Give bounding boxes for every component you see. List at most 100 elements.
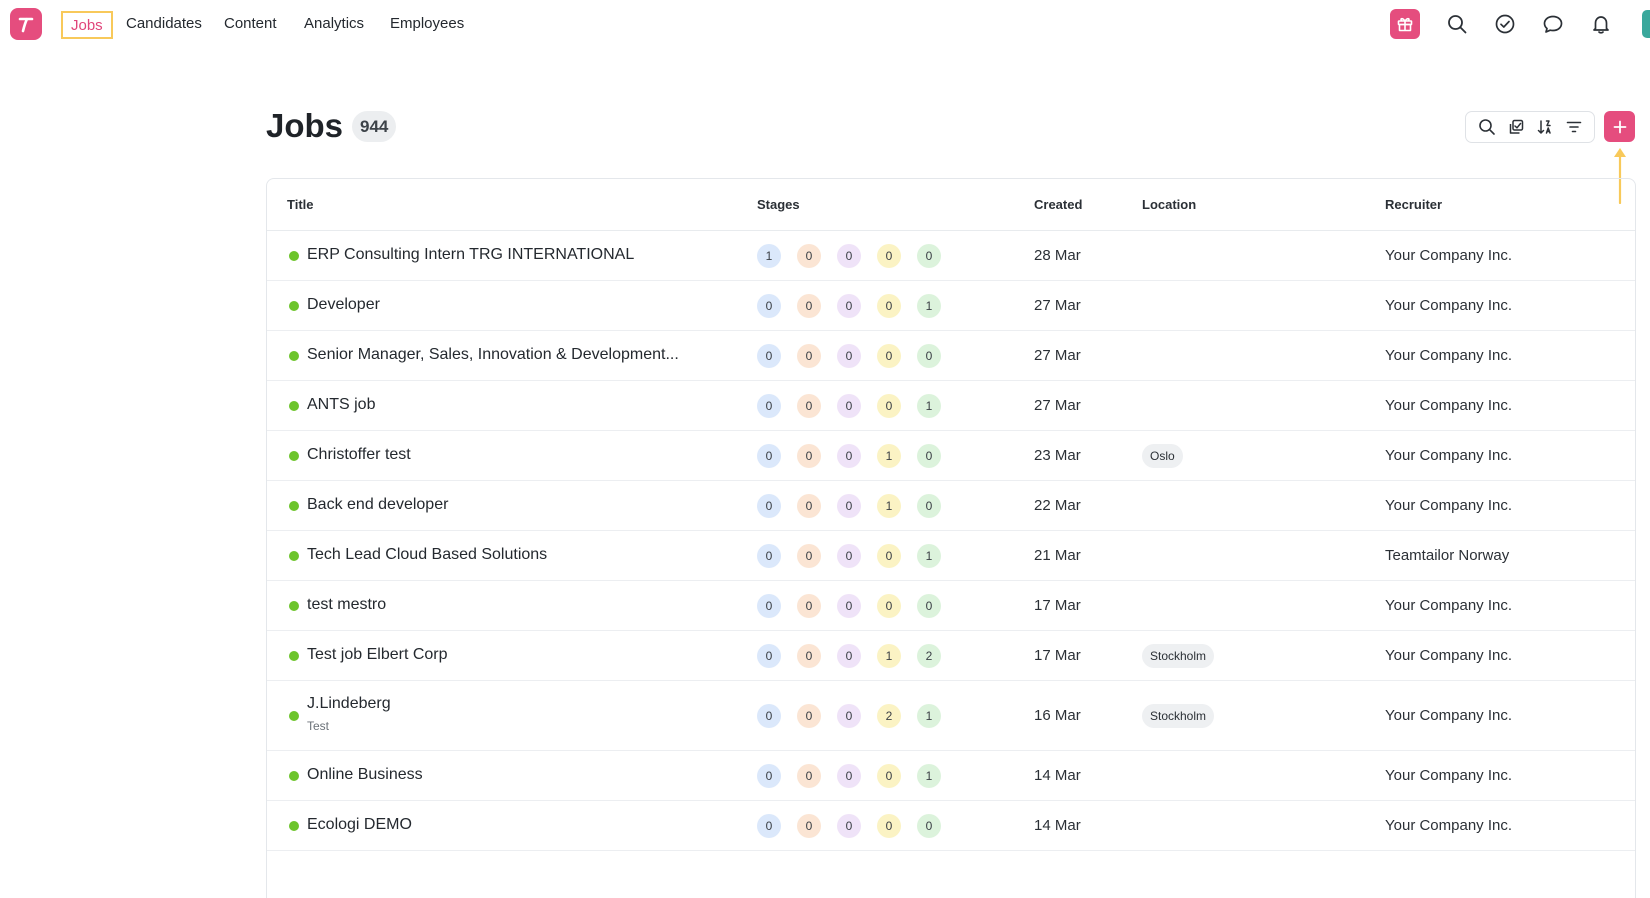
- nav-item-jobs[interactable]: Jobs: [61, 11, 113, 39]
- table-row[interactable]: ERP Consulting Intern TRG INTERNATIONAL 1…: [267, 231, 1635, 281]
- table-row[interactable]: Senior Manager, Sales, Innovation & Deve…: [267, 331, 1635, 381]
- sort-icon[interactable]: [1532, 114, 1558, 140]
- stage-count[interactable]: 0: [877, 544, 901, 568]
- stage-count[interactable]: 0: [837, 704, 861, 728]
- job-title-link[interactable]: Developer: [307, 296, 380, 314]
- stage-count[interactable]: 0: [917, 344, 941, 368]
- table-row[interactable]: Online Business 0 0 0 0 1 14 Mar Your Company I…: [267, 751, 1635, 801]
- stage-count[interactable]: 0: [837, 814, 861, 838]
- column-header-title[interactable]: Title: [287, 197, 314, 212]
- job-title-link[interactable]: ANTS job: [307, 396, 375, 414]
- stage-count[interactable]: 0: [877, 394, 901, 418]
- table-row[interactable]: Test job Elbert Corp 0 0 0 1 2 17 Mar Stockholm…: [267, 631, 1635, 681]
- job-title-link[interactable]: Ecologi DEMO: [307, 816, 412, 834]
- stage-count[interactable]: 1: [877, 444, 901, 468]
- nav-item-content[interactable]: Content: [216, 11, 285, 39]
- stage-count[interactable]: 0: [757, 544, 781, 568]
- stage-count[interactable]: 0: [797, 594, 821, 618]
- column-header-location[interactable]: Location: [1142, 197, 1196, 212]
- stage-count[interactable]: 0: [757, 344, 781, 368]
- stage-count[interactable]: 0: [837, 594, 861, 618]
- chat-icon[interactable]: [1538, 9, 1568, 39]
- stage-count[interactable]: 0: [917, 594, 941, 618]
- check-circle-icon[interactable]: [1490, 9, 1520, 39]
- stage-count[interactable]: 1: [757, 244, 781, 268]
- job-title-link[interactable]: test mestro: [307, 596, 386, 614]
- stage-count[interactable]: 0: [877, 244, 901, 268]
- teamtailor-logo-icon[interactable]: [10, 8, 42, 40]
- stage-count[interactable]: 0: [797, 444, 821, 468]
- stage-count[interactable]: 0: [837, 494, 861, 518]
- stage-count[interactable]: 0: [837, 544, 861, 568]
- nav-item-analytics[interactable]: Analytics: [296, 11, 372, 39]
- stage-count[interactable]: 0: [837, 644, 861, 668]
- gift-icon[interactable]: [1390, 9, 1420, 39]
- stage-count[interactable]: 0: [797, 704, 821, 728]
- column-header-created[interactable]: Created: [1034, 197, 1082, 212]
- stage-count[interactable]: 0: [837, 394, 861, 418]
- add-job-button[interactable]: [1604, 111, 1635, 142]
- stage-count[interactable]: 0: [797, 344, 821, 368]
- stage-count[interactable]: 0: [917, 244, 941, 268]
- stage-count[interactable]: 0: [837, 294, 861, 318]
- table-row[interactable]: test mestro 0 0 0 0 0 17 Mar Your Company Inc.: [267, 581, 1635, 631]
- stage-count[interactable]: 1: [917, 294, 941, 318]
- table-row[interactable]: Ecologi DEMO 0 0 0 0 0 14 Mar Your Company Inc.: [267, 801, 1635, 851]
- job-title-link[interactable]: Christoffer test: [307, 446, 411, 464]
- stage-count[interactable]: 0: [797, 294, 821, 318]
- nav-item-employees[interactable]: Employees: [382, 11, 472, 39]
- stage-count[interactable]: 0: [757, 394, 781, 418]
- stage-count[interactable]: 0: [797, 544, 821, 568]
- search-icon[interactable]: [1442, 9, 1472, 39]
- stage-count[interactable]: 0: [797, 244, 821, 268]
- stage-count[interactable]: 0: [837, 764, 861, 788]
- stage-count[interactable]: 2: [877, 704, 901, 728]
- column-header-recruiter[interactable]: Recruiter: [1385, 197, 1442, 212]
- avatar[interactable]: [1642, 10, 1650, 38]
- stage-count[interactable]: 0: [757, 294, 781, 318]
- bell-icon[interactable]: [1586, 9, 1616, 39]
- job-title-link[interactable]: Back end developer: [307, 496, 448, 514]
- job-title-link[interactable]: ERP Consulting Intern TRG INTERNATIONAL: [307, 246, 634, 264]
- stage-count[interactable]: 0: [837, 344, 861, 368]
- stage-count[interactable]: 1: [917, 764, 941, 788]
- stage-count[interactable]: 1: [917, 394, 941, 418]
- stage-count[interactable]: 0: [797, 494, 821, 518]
- stage-count[interactable]: 0: [797, 394, 821, 418]
- stage-count[interactable]: 1: [877, 644, 901, 668]
- stage-count[interactable]: 0: [877, 294, 901, 318]
- job-title-link[interactable]: Senior Manager, Sales, Innovation & Deve…: [307, 346, 679, 364]
- stage-count[interactable]: 0: [877, 344, 901, 368]
- stage-count[interactable]: 2: [917, 644, 941, 668]
- stage-count[interactable]: 0: [757, 444, 781, 468]
- job-title-link[interactable]: J.Lindeberg: [307, 695, 391, 713]
- job-title-link[interactable]: Online Business: [307, 766, 423, 784]
- stage-count[interactable]: 0: [797, 814, 821, 838]
- table-row[interactable]: Tech Lead Cloud Based Solutions 0 0 0 0 1 21 M…: [267, 531, 1635, 581]
- table-row[interactable]: Christoffer test 0 0 0 1 0 23 Mar Oslo Your Comp…: [267, 431, 1635, 481]
- stage-count[interactable]: 0: [757, 644, 781, 668]
- table-row[interactable]: J.Lindeberg Test 0 0 0 2 1 16 Mar Stockholm Your …: [267, 681, 1635, 751]
- stage-count[interactable]: 0: [757, 494, 781, 518]
- table-row[interactable]: ANTS job 0 0 0 0 1 27 Mar Your Company Inc.: [267, 381, 1635, 431]
- table-row[interactable]: Back end developer 0 0 0 1 0 22 Mar Your Compan…: [267, 481, 1635, 531]
- stage-count[interactable]: 0: [837, 244, 861, 268]
- stage-count[interactable]: 0: [917, 494, 941, 518]
- stage-count[interactable]: 0: [917, 444, 941, 468]
- stage-count[interactable]: 0: [757, 814, 781, 838]
- nav-item-candidates[interactable]: Candidates: [118, 11, 210, 39]
- stage-count[interactable]: 0: [797, 644, 821, 668]
- stage-count[interactable]: 0: [877, 814, 901, 838]
- table-row[interactable]: Developer 0 0 0 0 1 27 Mar Your Company Inc.: [267, 281, 1635, 331]
- stage-count[interactable]: 1: [917, 544, 941, 568]
- stage-count[interactable]: 0: [837, 444, 861, 468]
- job-title-link[interactable]: Test job Elbert Corp: [307, 646, 448, 664]
- stage-count[interactable]: 0: [797, 764, 821, 788]
- stage-count[interactable]: 0: [917, 814, 941, 838]
- stage-count[interactable]: 0: [757, 704, 781, 728]
- stage-count[interactable]: 0: [877, 764, 901, 788]
- stage-count[interactable]: 1: [877, 494, 901, 518]
- stage-count[interactable]: 0: [757, 594, 781, 618]
- stage-count[interactable]: 0: [877, 594, 901, 618]
- search-icon[interactable]: [1474, 114, 1500, 140]
